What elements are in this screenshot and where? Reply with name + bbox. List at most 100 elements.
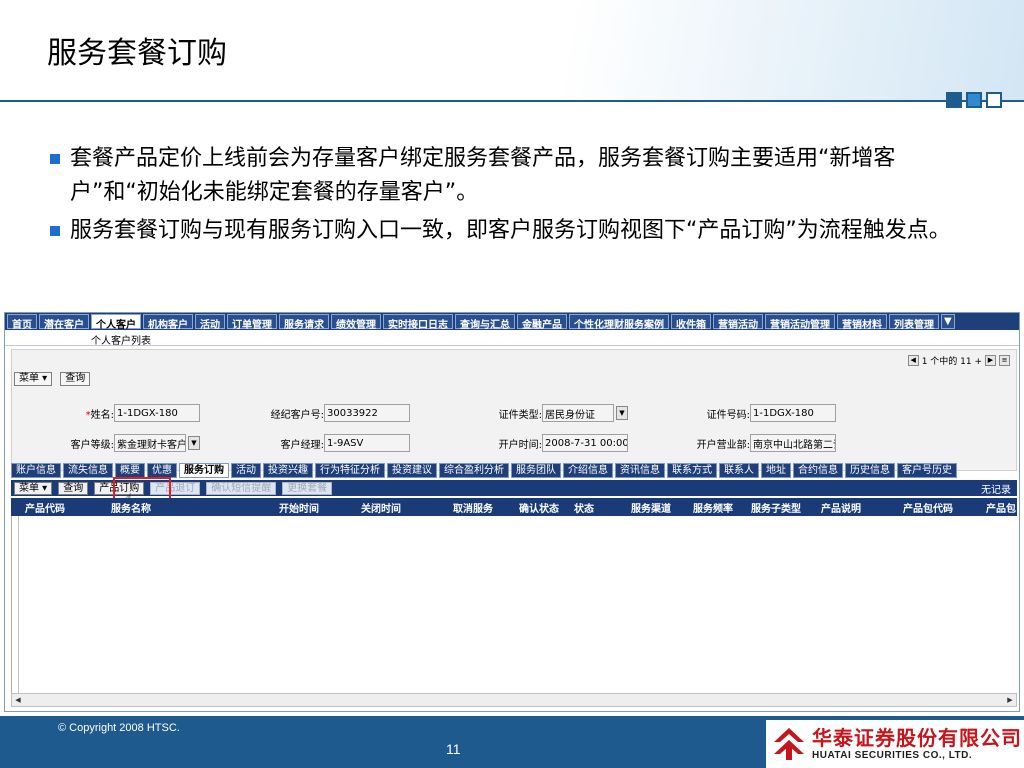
horizontal-scrollbar[interactable]: ◀ ▶ — [11, 693, 1017, 707]
col-service-name[interactable]: 服务名称 — [111, 500, 151, 515]
col-product-code[interactable]: 产品代码 — [25, 500, 65, 515]
tab-service-order[interactable]: 服务订购 — [179, 463, 229, 478]
bullet-list: 套餐产品定价上线前会为存量客户绑定服务套餐产品，服务套餐订购主要适用“新增客户”… — [50, 142, 970, 252]
tab-churn-info[interactable]: 流失信息 — [63, 463, 113, 478]
tab-performance[interactable]: 绩效管理 — [331, 314, 381, 331]
id-type-select[interactable]: 居民身份证 — [542, 404, 614, 422]
divider — [5, 345, 1019, 346]
huatai-logo-icon — [774, 728, 804, 760]
tab-investment-interest[interactable]: 投资兴趣 — [263, 463, 313, 478]
tab-financial-products[interactable]: 金融产品 — [517, 314, 567, 331]
record-pager: ◀ 1 个中的 11 + ▶ ≡ — [907, 354, 1010, 367]
tab-behavior-analysis[interactable]: 行为特征分析 — [315, 463, 385, 478]
tab-profit-analysis[interactable]: 综合盈利分析 — [439, 463, 509, 478]
col-confirm-status[interactable]: 确认状态 — [519, 500, 559, 515]
tab-history-info[interactable]: 历史信息 — [845, 463, 895, 478]
tab-activity[interactable]: 活动 — [231, 463, 261, 478]
list-menu-button[interactable]: 菜单 ▾ — [14, 481, 53, 495]
scroll-left-icon[interactable]: ◀ — [13, 695, 23, 705]
tab-personal-customers[interactable]: 个人客户 — [91, 314, 141, 331]
manager-label: 客户经理: — [280, 439, 324, 451]
tab-home[interactable]: 首页 — [7, 314, 37, 331]
deco-square — [946, 92, 962, 108]
tab-list-management[interactable]: 列表管理 — [889, 314, 939, 331]
form-menu-button[interactable]: 菜单 ▾ — [14, 372, 53, 386]
broker-number-field[interactable]: 30033922 — [324, 404, 410, 422]
col-package[interactable]: 产品包 — [986, 500, 1016, 515]
table-body — [11, 516, 1017, 693]
col-status[interactable]: 状态 — [574, 500, 594, 515]
tab-potential-customers[interactable]: 潜在客户 — [39, 314, 89, 331]
id-number-field[interactable]: 1-1DGX-180 — [750, 404, 836, 422]
scroll-right-icon[interactable]: ▶ — [1005, 695, 1015, 705]
level-select[interactable]: 紫金理财卡客户 — [114, 434, 186, 452]
crm-screenshot: 首页 潜在客户 个人客户 机构客户 活动 订单管理 服务请求 绩效管理 实时接口… — [4, 312, 1020, 712]
level-label: 客户等级: — [70, 439, 114, 451]
row-selector-column — [13, 516, 19, 693]
tab-news-info[interactable]: 资讯信息 — [615, 463, 665, 478]
open-time-label: 开户时间: — [498, 439, 542, 451]
name-field-row: *姓名: 1-1DGX-180 — [52, 404, 200, 422]
tab-marketing-activities[interactable]: 营销活动 — [713, 314, 763, 331]
bullet-text: 服务套餐订购与现有服务订购入口一致，即客户服务订购视图下“产品订购”为流程触发点… — [70, 218, 951, 243]
tab-interface-log[interactable]: 实时接口日志 — [383, 314, 453, 331]
col-start-time[interactable]: 开始时间 — [279, 500, 319, 515]
col-close-time[interactable]: 关闭时间 — [361, 500, 401, 515]
tab-service-team[interactable]: 服务团队 — [511, 463, 561, 478]
list-query-button[interactable]: 查询 — [58, 481, 89, 495]
col-service-channel[interactable]: 服务渠道 — [631, 500, 671, 515]
col-product-description[interactable]: 产品说明 — [821, 500, 861, 515]
tab-contact-method[interactable]: 联系方式 — [667, 463, 717, 478]
manager-field[interactable]: 1-9ASV — [324, 434, 410, 452]
col-service-subtype[interactable]: 服务子类型 — [751, 500, 801, 515]
tab-query-summary[interactable]: 查询与汇总 — [455, 314, 515, 331]
tab-investment-advice[interactable]: 投资建议 — [387, 463, 437, 478]
detail-tabs: 账户信息 流失信息 概要 优惠 服务订购 活动 投资兴趣 行为特征分析 投资建议… — [11, 463, 1017, 478]
bullet-square-icon — [50, 226, 60, 236]
tab-service-requests[interactable]: 服务请求 — [279, 314, 329, 331]
tabs-more-chevron-down-icon[interactable]: ▼ — [941, 314, 955, 329]
pager-prev-icon[interactable]: ◀ — [907, 355, 919, 366]
branch-field[interactable]: 南京中山北路第二证 — [750, 434, 836, 452]
tab-summary[interactable]: 概要 — [115, 463, 145, 478]
manager-field-row: 客户经理: 1-9ASV — [252, 434, 410, 452]
tab-discount[interactable]: 优惠 — [147, 463, 177, 478]
tab-marketing-management[interactable]: 营销活动管理 — [765, 314, 835, 331]
chevron-down-icon[interactable]: ▼ — [188, 436, 200, 450]
change-package-button[interactable]: 更换套餐 — [282, 481, 333, 495]
deco-square — [966, 92, 982, 108]
tab-customer-number-history[interactable]: 客户号历史 — [897, 463, 957, 478]
col-service-frequency[interactable]: 服务频率 — [693, 500, 733, 515]
tab-inbox[interactable]: 收件箱 — [671, 314, 711, 331]
pager-next-icon[interactable]: ▶ — [985, 355, 996, 366]
chevron-down-icon[interactable]: ▼ — [616, 406, 628, 420]
tab-contacts[interactable]: 联系人 — [719, 463, 759, 478]
decorative-squares — [946, 92, 1002, 108]
tab-address[interactable]: 地址 — [761, 463, 791, 478]
bullet-text: 套餐产品定价上线前会为存量客户绑定服务套餐产品，服务套餐订购主要适用“新增客户”… — [70, 146, 896, 205]
pager-menu-icon[interactable]: ≡ — [999, 355, 1010, 366]
broker-field-row: 经纪客户号: 30033922 — [252, 404, 410, 422]
col-cancel-service[interactable]: 取消服务 — [453, 500, 493, 515]
tab-personalized-cases[interactable]: 个性化理财服务案例 — [569, 314, 669, 331]
form-query-button[interactable]: 查询 — [60, 372, 91, 386]
no-records-label: 无记录 — [981, 485, 1011, 496]
slide-title: 服务套餐订购 — [47, 36, 227, 71]
tab-activities[interactable]: 活动 — [195, 314, 225, 331]
name-label: *姓名: — [85, 409, 114, 421]
tab-institution-customers[interactable]: 机构客户 — [143, 314, 193, 331]
confirm-sms-button[interactable]: 确认短信提醒 — [206, 481, 277, 495]
tab-referral-info[interactable]: 介绍信息 — [563, 463, 613, 478]
open-time-field[interactable]: 2008-7-31 00:00 — [542, 434, 628, 452]
tab-marketing-materials[interactable]: 营销材料 — [837, 314, 887, 331]
open-time-field-row: 开户时间: 2008-7-31 00:00 — [472, 434, 628, 452]
top-nav-tabs: 首页 潜在客户 个人客户 机构客户 活动 订单管理 服务请求 绩效管理 实时接口… — [5, 313, 1019, 331]
table-header: 产品代码 服务名称 开始时间 关闭时间 取消服务 确认状态 状态 服务渠道 服务… — [11, 498, 1017, 516]
tab-orders[interactable]: 订单管理 — [227, 314, 277, 331]
branch-label: 开户营业部: — [696, 439, 750, 451]
name-field[interactable]: 1-1DGX-180 — [114, 404, 200, 422]
tab-contract-info[interactable]: 合约信息 — [793, 463, 843, 478]
level-field-row: 客户等级: 紫金理财卡客户 ▼ — [52, 434, 200, 452]
tab-account-info[interactable]: 账户信息 — [11, 463, 61, 478]
col-package-code[interactable]: 产品包代码 — [903, 500, 953, 515]
